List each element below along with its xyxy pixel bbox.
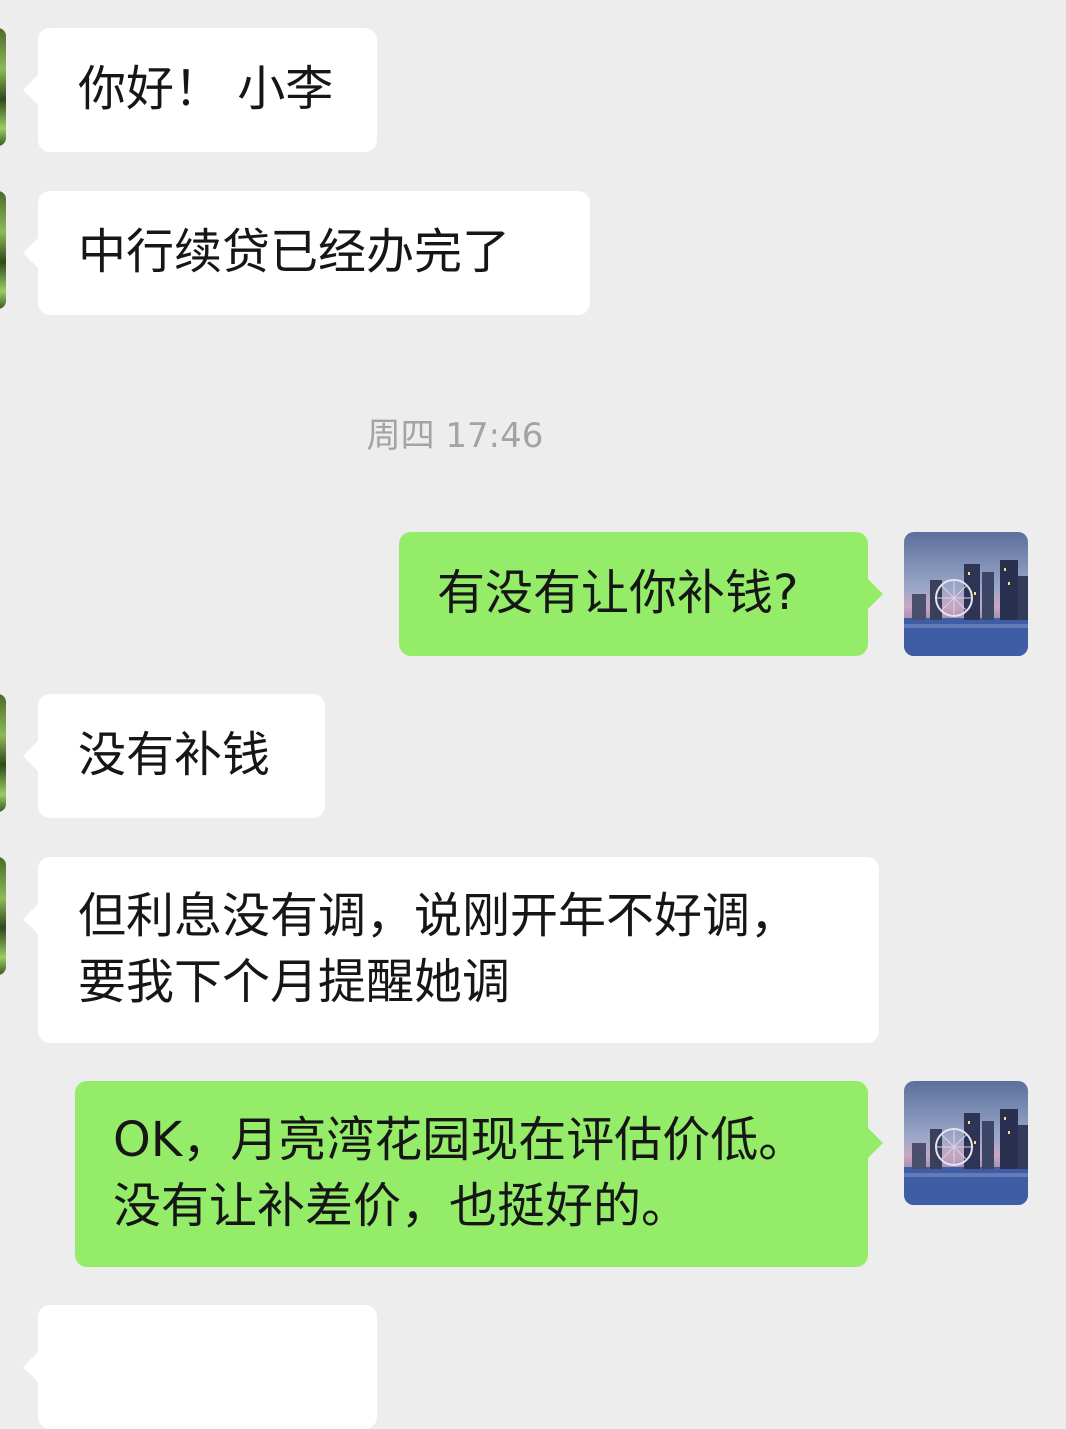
message-text-line: OK，月亮湾花园现在评估价低。: [113, 1112, 807, 1168]
message-text: 你好！ 小李: [78, 61, 334, 117]
my-avatar[interactable]: [904, 1081, 1028, 1205]
message-text: 没有补钱: [78, 727, 271, 783]
incoming-message-bubble[interactable]: 但利息没有调，说刚开年不好调， 要我下个月提醒她调: [23, 857, 879, 1043]
incoming-message-bubble[interactable]: 你好！ 小李: [23, 28, 377, 152]
message-text-line: 要我下个月提醒她调: [78, 954, 511, 1010]
my-avatar[interactable]: [904, 532, 1028, 656]
outgoing-message-bubble[interactable]: 有没有让你补钱?: [399, 532, 883, 656]
incoming-message-bubble[interactable]: 中行续贷已经办完了: [23, 191, 590, 315]
contact-avatar[interactable]: [0, 857, 6, 975]
chat-timestamp: 周四 17:46: [366, 416, 544, 456]
ferris-wheel-city-photo-icon: [904, 1081, 1028, 1205]
contact-avatar[interactable]: [0, 694, 6, 812]
outgoing-message-bubble[interactable]: OK，月亮湾花园现在评估价低。 没有让补差价，也挺好的。: [75, 1081, 883, 1267]
incoming-message-bubble[interactable]: [23, 1305, 377, 1429]
message-text-line: 没有让补差价，也挺好的。: [113, 1178, 690, 1234]
contact-avatar[interactable]: [0, 191, 6, 309]
message-text: 中行续贷已经办完了: [78, 224, 511, 280]
contact-avatar[interactable]: [0, 28, 6, 146]
ferris-wheel-city-photo-icon: [904, 532, 1028, 656]
incoming-message-bubble[interactable]: 没有补钱: [23, 694, 325, 818]
message-text: 有没有让你补钱?: [437, 565, 799, 621]
message-text-line: 但利息没有调，说刚开年不好调，: [78, 888, 799, 944]
